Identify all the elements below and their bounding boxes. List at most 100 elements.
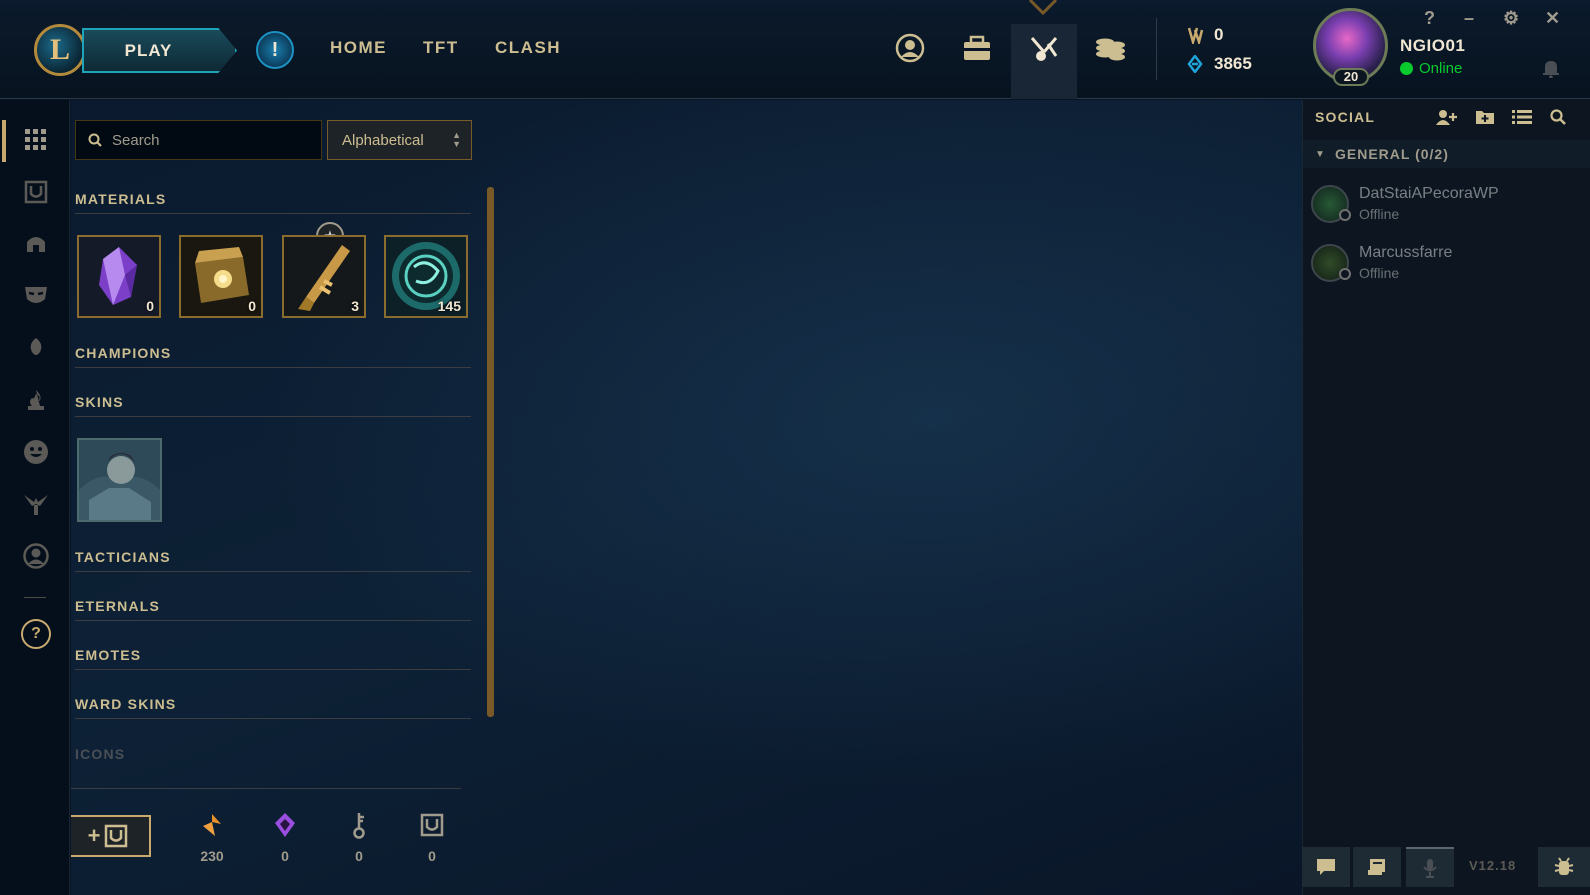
patch-notes-button[interactable] bbox=[1353, 847, 1401, 887]
friend-name: DatStaiAPecoraWP bbox=[1359, 185, 1499, 202]
mythic-essence-amount: 0 bbox=[281, 848, 289, 864]
social-title: SOCIAL bbox=[1315, 109, 1376, 125]
add-folder-icon[interactable] bbox=[1474, 108, 1496, 126]
chest-icon[interactable] bbox=[22, 178, 50, 206]
wallet-orange-essence: 230 bbox=[192, 810, 232, 864]
loot-help-button[interactable]: ? bbox=[21, 619, 51, 649]
chat-icon bbox=[1317, 859, 1335, 875]
offline-status-icon bbox=[1339, 209, 1351, 221]
rail-active-indicator bbox=[2, 120, 6, 162]
help-button[interactable]: ? bbox=[1424, 8, 1435, 29]
loot-icon[interactable] bbox=[1011, 24, 1077, 99]
ward-icon[interactable] bbox=[22, 490, 50, 518]
material-tile-chest[interactable]: 0 bbox=[179, 235, 263, 318]
search-field[interactable] bbox=[75, 120, 322, 160]
sort-arrows-icon: ▲ ▼ bbox=[452, 130, 461, 149]
top-divider bbox=[1156, 18, 1157, 80]
collapse-caret-icon[interactable]: ▼ bbox=[1315, 149, 1325, 160]
section-materials[interactable]: MATERIALS bbox=[75, 191, 471, 214]
key-icon bbox=[353, 813, 365, 839]
microphone-icon bbox=[1423, 859, 1437, 878]
settings-button[interactable]: ⚙ bbox=[1503, 8, 1519, 29]
friend-status: Offline bbox=[1359, 265, 1400, 281]
voice-button[interactable] bbox=[1406, 847, 1454, 887]
notes-icon bbox=[1368, 859, 1385, 875]
skin-portrait bbox=[79, 440, 160, 520]
summoner-status[interactable]: Online bbox=[1419, 60, 1462, 77]
material-count: 0 bbox=[248, 298, 256, 314]
section-eternals[interactable]: ETERNALS bbox=[75, 598, 471, 621]
wallet-divider bbox=[71, 788, 461, 789]
store-icon[interactable] bbox=[1090, 28, 1130, 68]
list-icon[interactable] bbox=[1511, 108, 1533, 126]
material-tile-gemstone[interactable]: 0 bbox=[77, 235, 161, 318]
play-button[interactable]: PLAY bbox=[82, 28, 237, 73]
top-navigation-bar: L PLAY ! HOME TFT CLASH 0 3865 20 NGIO01… bbox=[0, 0, 1590, 99]
minimize-button[interactable]: – bbox=[1464, 8, 1474, 29]
material-count: 0 bbox=[146, 298, 154, 314]
section-tacticians[interactable]: TACTICIANS bbox=[75, 549, 471, 572]
social-panel: SOCIAL ▼ GENERAL (0/2) DatStaiAPecoraWP … bbox=[1302, 100, 1590, 895]
chat-button[interactable] bbox=[1302, 847, 1350, 887]
friend-group-label[interactable]: GENERAL (0/2) bbox=[1335, 146, 1449, 162]
profile-icon[interactable] bbox=[890, 28, 930, 68]
material-count: 145 bbox=[437, 298, 461, 314]
riot-points-amount: 3865 bbox=[1214, 54, 1252, 73]
league-logo[interactable]: L bbox=[34, 24, 86, 76]
sort-dropdown[interactable]: Alphabetical ▲ ▼ bbox=[327, 120, 472, 160]
chest-amount: 0 bbox=[428, 848, 436, 864]
chest-icon bbox=[105, 824, 128, 848]
bug-icon bbox=[1554, 857, 1574, 875]
loot-scrollbar-thumb[interactable] bbox=[487, 187, 494, 717]
loot-category-rail: ? bbox=[0, 100, 70, 895]
friend-item[interactable]: Marcussfarre Offline bbox=[1303, 234, 1590, 292]
rail-divider bbox=[24, 597, 46, 598]
search-input[interactable] bbox=[112, 131, 302, 149]
section-emotes[interactable]: EMOTES bbox=[75, 647, 471, 670]
section-ward-skins[interactable]: WARD SKINS bbox=[75, 696, 471, 719]
status-online-icon bbox=[1400, 62, 1413, 75]
nav-tft[interactable]: TFT bbox=[423, 38, 459, 58]
add-friend-icon[interactable] bbox=[1436, 108, 1458, 126]
nav-home[interactable]: HOME bbox=[330, 38, 387, 58]
bell-icon[interactable] bbox=[1543, 58, 1559, 83]
alert-button[interactable]: ! bbox=[256, 31, 294, 69]
helmet-icon[interactable] bbox=[22, 230, 50, 258]
section-icons[interactable]: ICONS bbox=[75, 746, 471, 769]
blue-essence-icon bbox=[1187, 27, 1204, 44]
nav-clash[interactable]: CLASH bbox=[495, 38, 561, 58]
riot-points-display: 3865 bbox=[1186, 54, 1252, 74]
mask-icon[interactable] bbox=[22, 282, 50, 310]
search-icon bbox=[88, 133, 102, 147]
material-count: 3 bbox=[351, 298, 359, 314]
collection-icon[interactable] bbox=[957, 28, 997, 68]
search-icon[interactable] bbox=[1547, 108, 1569, 126]
friend-item[interactable]: DatStaiAPecoraWP Offline bbox=[1303, 175, 1590, 233]
friend-name: Marcussfarre bbox=[1359, 244, 1453, 261]
material-tile-key[interactable]: 3 bbox=[282, 235, 366, 318]
loot-panel: Alphabetical ▲▼ MATERIALS 0 0 ★ 3 bbox=[71, 100, 1302, 895]
wallet-chest: 0 bbox=[412, 810, 452, 864]
craft-chest-button[interactable]: + bbox=[71, 815, 151, 857]
offline-status-icon bbox=[1339, 268, 1351, 280]
summoner-name[interactable]: NGIO01 bbox=[1400, 36, 1465, 56]
close-button[interactable]: ✕ bbox=[1545, 8, 1560, 29]
user-icon[interactable] bbox=[22, 542, 50, 570]
orange-essence-icon bbox=[203, 814, 221, 836]
material-tile-token[interactable]: 145 bbox=[384, 235, 468, 318]
summoner-level: 20 bbox=[1333, 68, 1369, 86]
skin-tile[interactable] bbox=[77, 438, 162, 522]
chest-icon bbox=[420, 813, 444, 837]
friend-status: Offline bbox=[1359, 206, 1400, 222]
flame-icon[interactable] bbox=[22, 386, 50, 414]
blue-essence-display: 0 bbox=[1186, 25, 1223, 45]
wallet-mythic-essence: 0 bbox=[265, 810, 305, 864]
orange-essence-amount: 230 bbox=[200, 848, 224, 864]
section-champions[interactable]: CHAMPIONS bbox=[75, 345, 471, 368]
section-skins[interactable]: SKINS bbox=[75, 394, 471, 417]
client-version: V12.18 bbox=[1469, 858, 1517, 873]
spirit-icon[interactable] bbox=[22, 334, 50, 362]
emote-icon[interactable] bbox=[22, 438, 50, 466]
report-bug-button[interactable] bbox=[1538, 847, 1590, 887]
grid-icon[interactable] bbox=[22, 126, 50, 154]
